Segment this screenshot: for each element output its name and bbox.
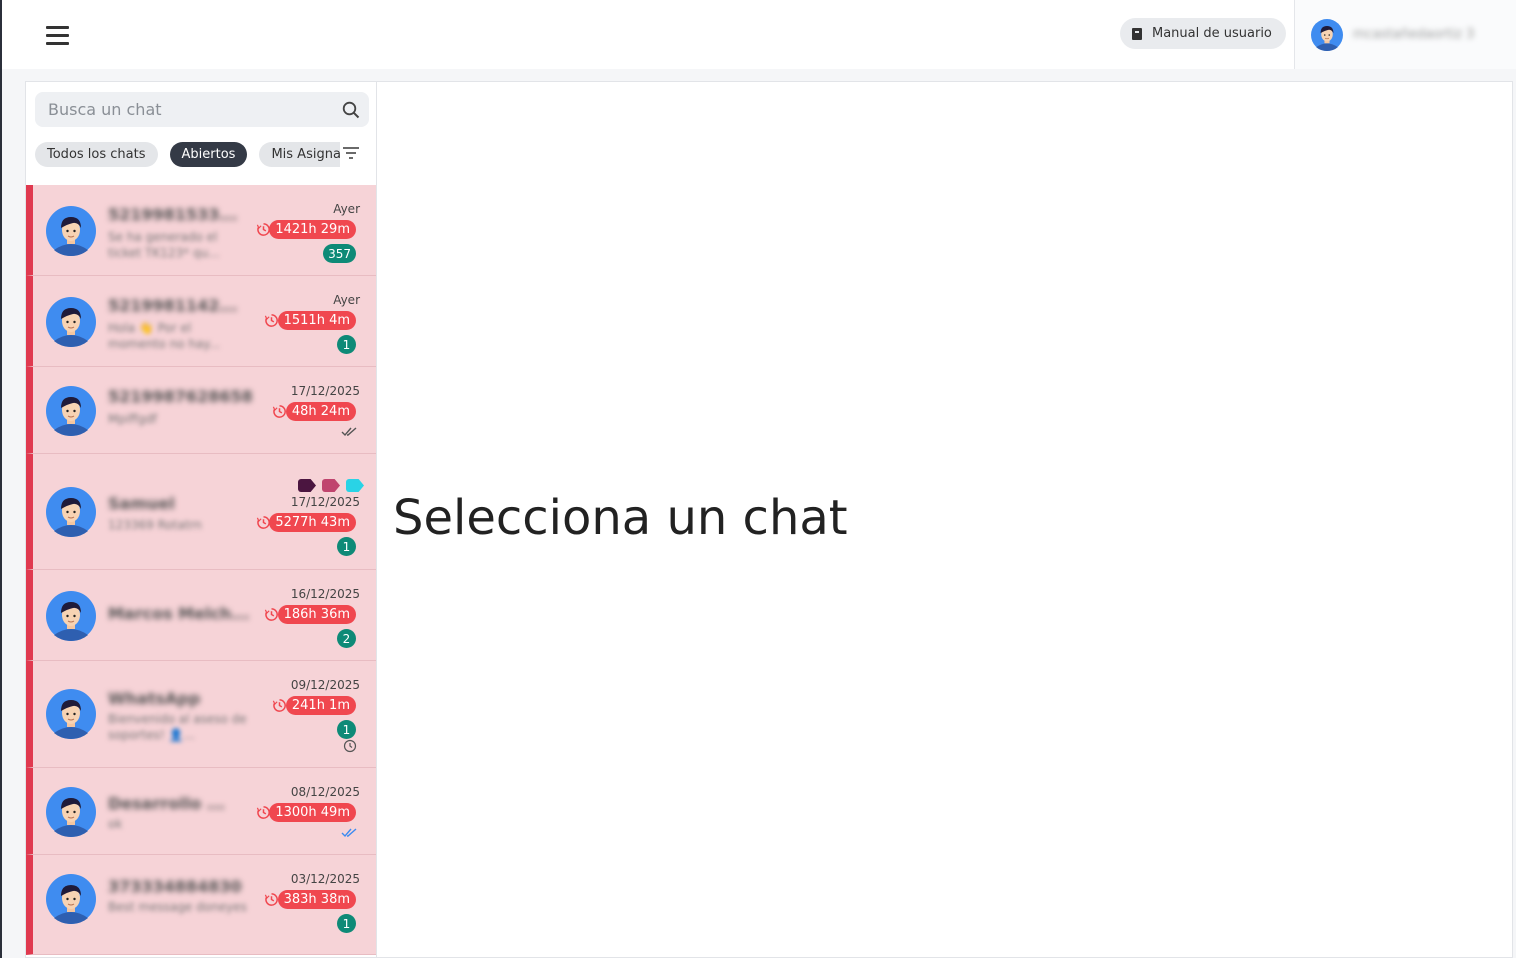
chat-item[interactable]: Desarrollo ... ok 08/12/2025 1300h 49m (26, 768, 376, 855)
chat-date: 08/12/2025 (290, 785, 360, 799)
wait-timer: 383h 38m (277, 890, 356, 909)
chat-list-panel: Todos los chats Abiertos Mis Asignados 5… (25, 81, 377, 958)
menu-icon[interactable] (46, 26, 70, 48)
chat-date: 17/12/2025 (290, 384, 360, 398)
chat-name: 373334884830 (108, 877, 242, 896)
chat-name: 5219981142... (108, 296, 238, 315)
wait-timer: 241h 1m (285, 696, 356, 715)
chat-list: 5219981533... Se ha generado el ticket T… (26, 185, 376, 958)
search-input[interactable] (48, 100, 328, 119)
user-name: mcastañedaortiz 3 (1353, 27, 1475, 42)
unread-badge: 1 (337, 720, 356, 739)
chat-name: Desarrollo ... (108, 794, 225, 813)
chat-preview: Hola 👋 Por el momento no hay... (108, 321, 221, 351)
avatar (46, 787, 96, 837)
chat-date: 16/12/2025 (290, 587, 360, 601)
chat-name: Marcos Melch... (108, 604, 250, 623)
chat-item[interactable]: Samuel 123369 Rotatrn 17/12/2025 5277h 4… (26, 454, 376, 570)
chat-item[interactable]: 5219981142... Hola 👋 Por el momento no h… (26, 276, 376, 367)
unread-badge: 357 (323, 244, 356, 263)
wait-timer: 1300h 49m (269, 803, 356, 822)
chat-item[interactable]: 5219981533... Se ha generado el ticket T… (26, 185, 376, 276)
window-edge (0, 0, 2, 958)
avatar (1311, 19, 1343, 51)
double-check-icon (341, 828, 357, 838)
avatar (46, 206, 96, 256)
wait-timer: 5277h 43m (269, 513, 356, 532)
clock-icon (264, 313, 279, 328)
chat-preview: Best message doneyes (108, 900, 247, 914)
avatar (46, 689, 96, 739)
label-tag (298, 479, 316, 492)
search-bar (35, 92, 369, 127)
chat-item[interactable]: WhatsApp Bienvenido al aseso de soportes… (26, 661, 376, 768)
chat-item[interactable]: 5219987628658 Mpiffgdf 17/12/2025 48h 24… (26, 367, 376, 454)
avatar (46, 591, 96, 641)
double-check-icon (341, 427, 357, 437)
avatar (46, 386, 96, 436)
chat-date: 03/12/2025 (290, 872, 360, 886)
wait-timer: 186h 36m (277, 605, 356, 624)
chat-preview: Se ha generado el ticket TK123* qu... (108, 230, 220, 260)
filter-chip-open[interactable]: Abiertos (169, 142, 248, 167)
filter-icon[interactable] (342, 145, 360, 161)
avatar (46, 874, 96, 924)
chat-view: Selecciona un chat (377, 81, 1513, 958)
wait-timer: 48h 24m (285, 402, 356, 421)
label-tag (346, 479, 364, 492)
unread-badge: 1 (337, 914, 356, 933)
unread-badge: 1 (337, 335, 356, 354)
pending-clock-icon (343, 739, 357, 753)
filter-chip-assigned[interactable]: Mis Asignados (259, 142, 340, 167)
avatar (46, 487, 96, 537)
label-tag (322, 479, 340, 492)
chat-date: 17/12/2025 (290, 495, 360, 509)
filter-chip-all[interactable]: Todos los chats (35, 142, 158, 167)
unread-badge: 1 (337, 537, 356, 556)
user-manual-label: Manual de usuario (1152, 26, 1272, 41)
book-icon (1132, 27, 1142, 40)
label-tags (298, 479, 364, 492)
chat-item[interactable]: Marcos Melch... 16/12/2025 186h 36m 2 (26, 570, 376, 661)
wait-timer: 1421h 29m (269, 220, 356, 239)
chat-date: Ayer (333, 202, 360, 216)
chat-preview: ok (108, 817, 123, 831)
clock-icon (272, 698, 287, 713)
chat-name: WhatsApp (108, 689, 201, 708)
chat-item[interactable]: 373334884830 Best message doneyes 03/12/… (26, 855, 376, 955)
unread-badge: 2 (337, 629, 356, 648)
chat-name: 5219981533... (108, 205, 238, 224)
empty-state-title: Selecciona un chat (393, 490, 848, 546)
user-menu[interactable]: mcastañedaortiz 3 (1294, 0, 1516, 69)
search-icon[interactable] (342, 101, 360, 119)
clock-icon (264, 607, 279, 622)
top-bar: Manual de usuario mcastañedaortiz 3 (2, 0, 1516, 69)
chat-date: Ayer (333, 293, 360, 307)
chat-preview: 123369 Rotatrn (108, 518, 202, 532)
chat-preview: Bienvenido al aseso de soportes! 👤... (108, 712, 247, 742)
chat-name: Samuel (108, 494, 175, 513)
user-manual-button[interactable]: Manual de usuario (1120, 18, 1286, 49)
clock-icon (272, 404, 287, 419)
chat-preview: Mpiffgdf (108, 412, 158, 426)
wait-timer: 1511h 4m (277, 311, 356, 330)
chat-name: 5219987628658 (108, 387, 253, 406)
clock-icon (264, 892, 279, 907)
avatar (46, 297, 96, 347)
chat-date: 09/12/2025 (290, 678, 360, 692)
filter-chips: Todos los chats Abiertos Mis Asignados (35, 142, 340, 168)
